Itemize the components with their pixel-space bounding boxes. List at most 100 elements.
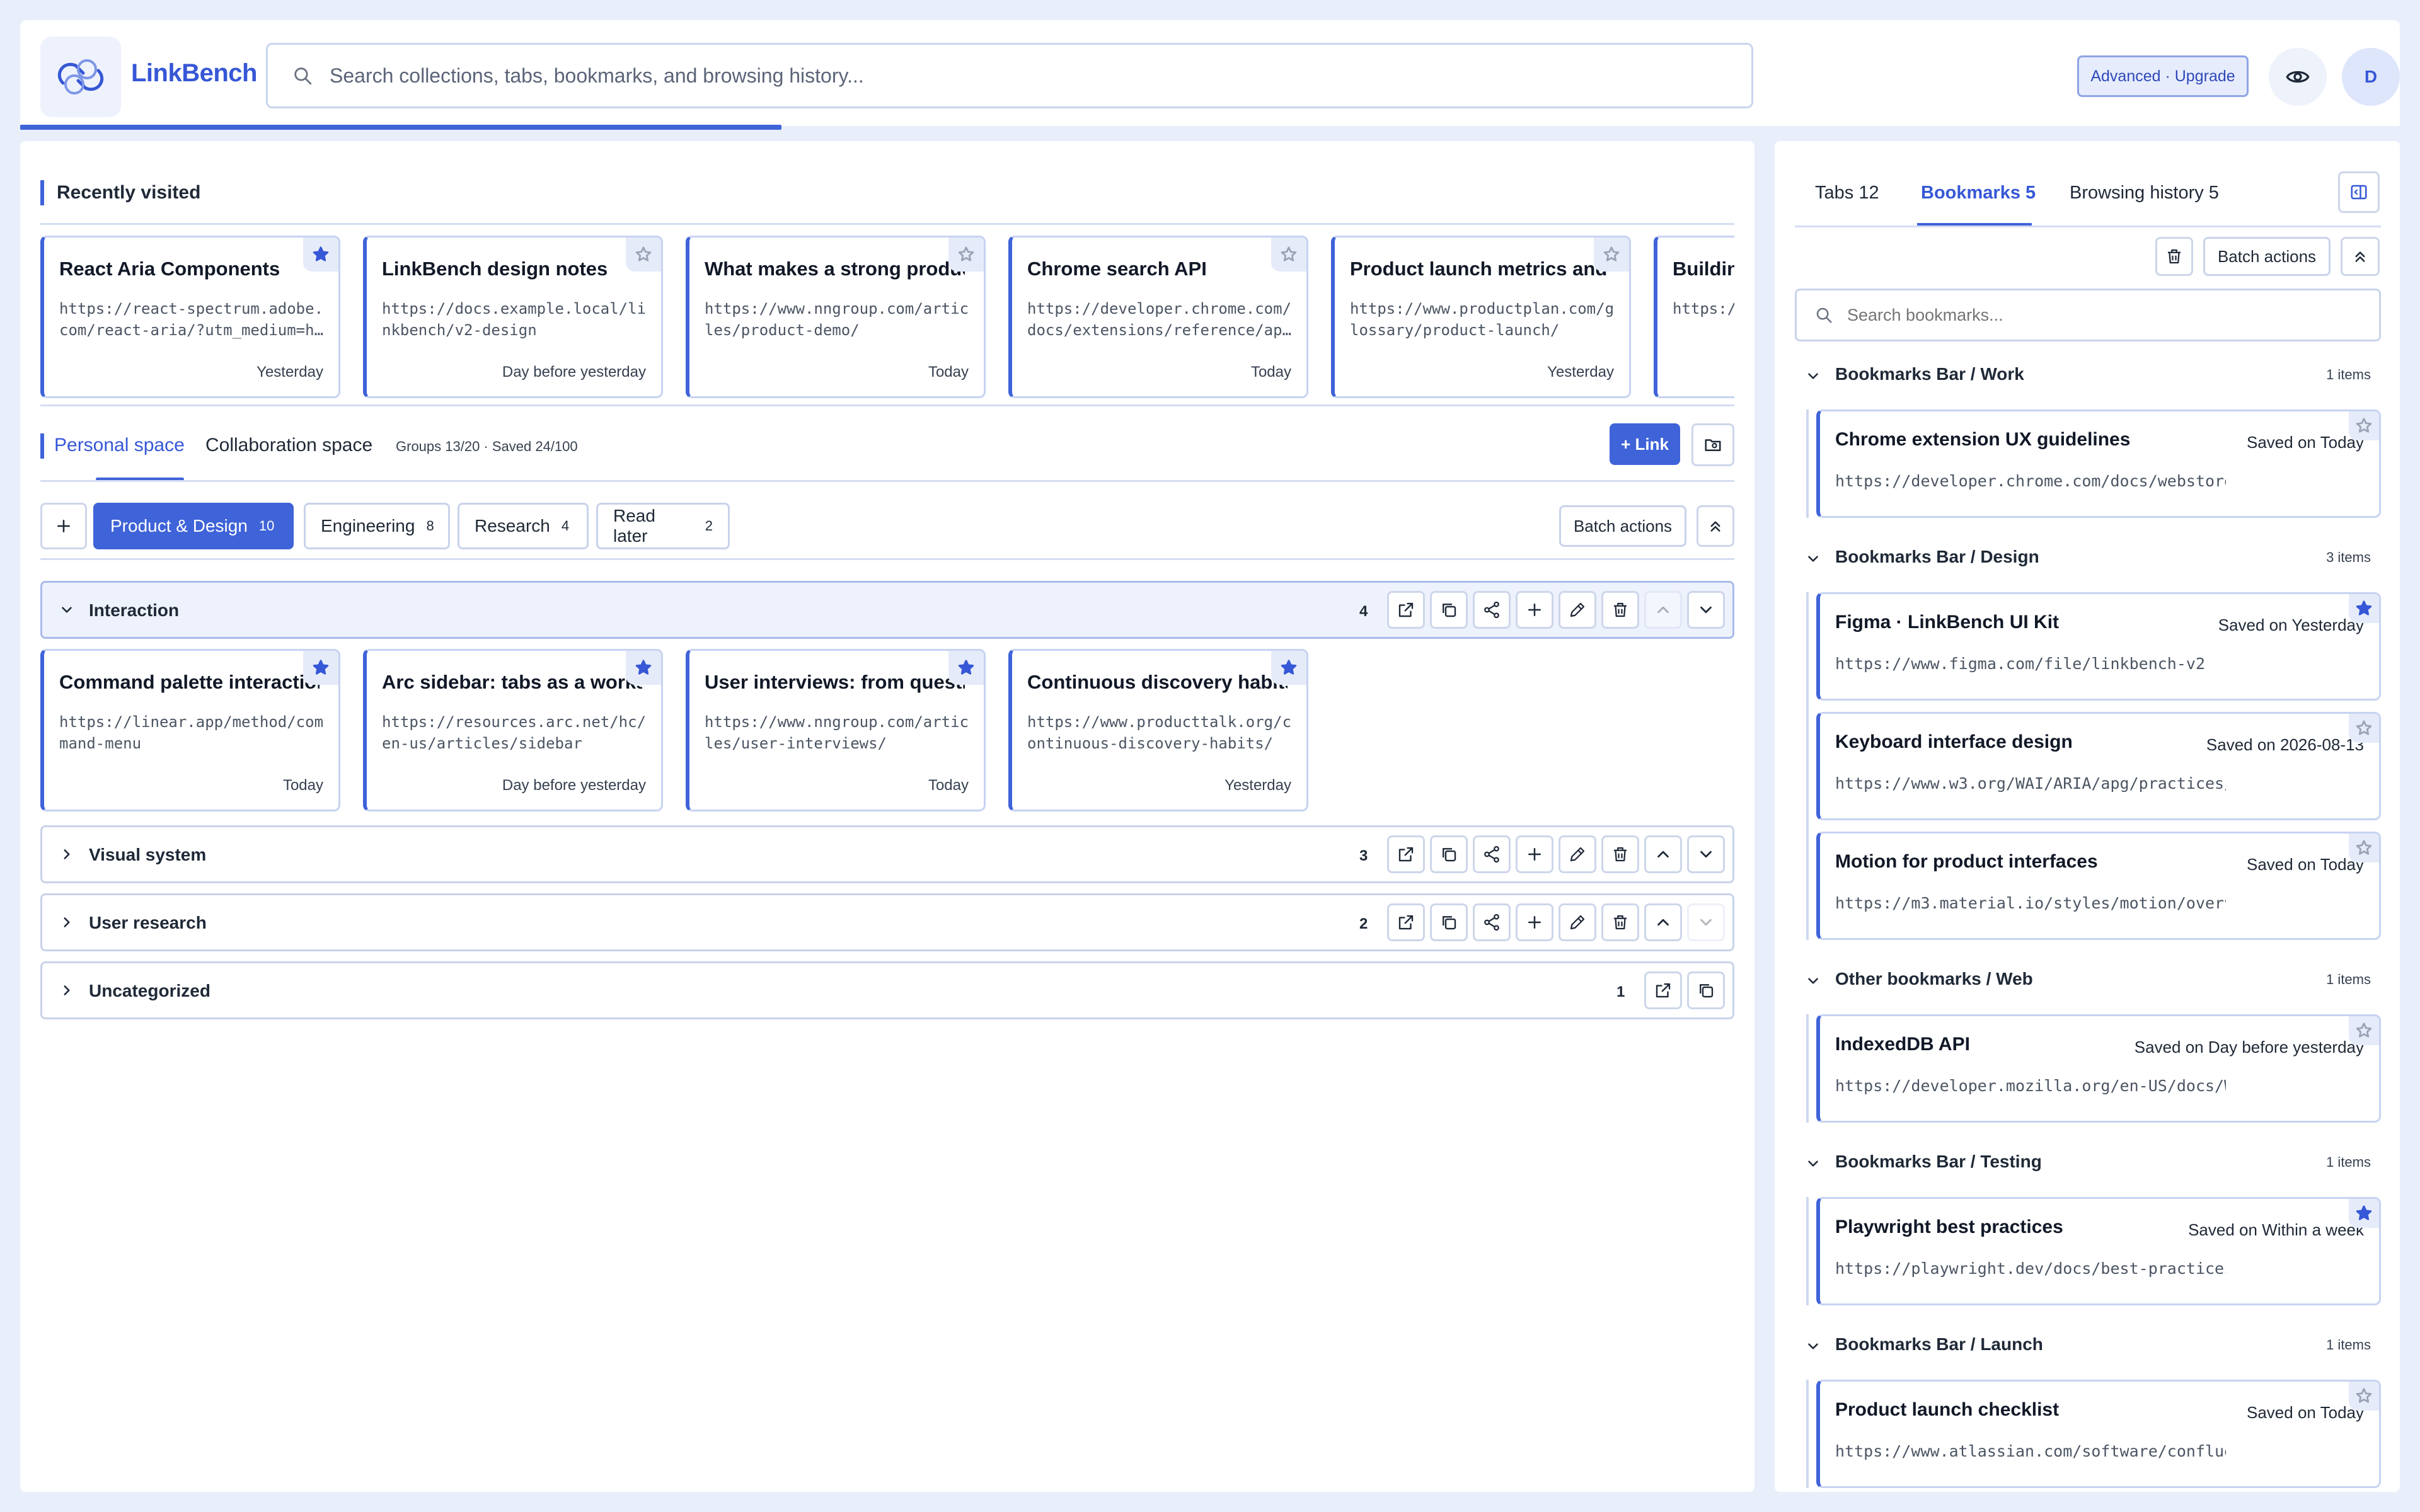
star-toggle[interactable] [303, 651, 338, 685]
app-logo[interactable] [40, 37, 121, 117]
collapse-all-button[interactable] [1697, 505, 1734, 547]
share-button[interactable] [1473, 835, 1511, 873]
copy-button[interactable] [1687, 971, 1725, 1009]
open-external-button[interactable] [1387, 591, 1425, 629]
bookmark-folder-header[interactable]: Bookmarks Bar / Work 1 items [1795, 360, 2381, 392]
global-search-input[interactable] [330, 64, 1716, 88]
folder-toggle[interactable] [1805, 368, 1821, 384]
copy-button[interactable] [1430, 903, 1468, 941]
expand-toggle[interactable] [59, 914, 75, 931]
edit-button[interactable] [1559, 903, 1596, 941]
recent-card[interactable]: Building https:// [1654, 236, 1734, 398]
chevron-down-button[interactable] [1687, 591, 1725, 629]
bookmark-folder-header[interactable]: Other bookmarks / Web 1 items [1795, 965, 2381, 997]
recent-card[interactable]: What makes a strong product demo https://… [686, 236, 986, 398]
tab-personal-space[interactable]: Personal space [54, 435, 185, 456]
recent-card[interactable]: Chrome search API https://developer.chrom… [1008, 236, 1308, 398]
folder-toggle[interactable] [1805, 551, 1821, 567]
star-toggle[interactable] [2349, 594, 2379, 623]
bookmark-card[interactable]: Product launch checklist Saved on Today ht… [1816, 1380, 2381, 1488]
group-section-header[interactable]: Uncategorized 1 [40, 961, 1734, 1019]
star-toggle[interactable] [1271, 651, 1306, 685]
add-group-button[interactable] [40, 503, 87, 549]
edit-button[interactable] [1559, 835, 1596, 873]
open-external-button[interactable] [1644, 971, 1682, 1009]
trash-button[interactable] [1601, 835, 1639, 873]
star-toggle[interactable] [1271, 238, 1306, 272]
recent-card[interactable]: LinkBench design notes https://docs.examp… [363, 236, 663, 398]
bookmark-folder-header[interactable]: Bookmarks Bar / Design 3 items [1795, 543, 2381, 575]
batch-actions-button[interactable]: Batch actions [1559, 505, 1686, 547]
link-card[interactable]: Arc sidebar: tabs as a workspace https://… [363, 649, 663, 811]
upgrade-button[interactable]: Advanced · Upgrade [2077, 55, 2249, 97]
side-collapse-all-button[interactable] [2341, 237, 2380, 276]
bookmark-card[interactable]: Playwright best practices Saved on Within… [1816, 1197, 2381, 1305]
star-toggle[interactable] [1594, 238, 1629, 272]
open-external-button[interactable] [1387, 903, 1425, 941]
global-search[interactable] [266, 43, 1753, 108]
group-section-header[interactable]: Visual system 3 [40, 825, 1734, 883]
group-chip[interactable]: Product & Design 10 [93, 503, 294, 549]
side-tab[interactable]: Bookmarks 5 [1921, 183, 2036, 203]
group-section-header[interactable]: User research 2 [40, 893, 1734, 951]
toggle-side-panel-button[interactable] [2338, 171, 2380, 213]
bookmark-card[interactable]: Keyboard interface design Saved on 2026-0… [1816, 712, 2381, 820]
side-batch-actions-button[interactable]: Batch actions [2203, 237, 2331, 276]
plus-button[interactable] [1516, 591, 1553, 629]
avatar[interactable]: D [2342, 48, 2400, 106]
chevron-up-button[interactable] [1644, 903, 1682, 941]
link-card[interactable]: Continuous discovery habits https://www.p… [1008, 649, 1308, 811]
privacy-toggle-button[interactable] [2269, 48, 2327, 106]
chevron-up-button[interactable] [1644, 835, 1682, 873]
recent-card[interactable]: React Aria Components https://react-spect… [40, 236, 340, 398]
star-toggle[interactable] [948, 238, 984, 272]
chevron-down-button[interactable] [1687, 835, 1725, 873]
bookmark-folder-header[interactable]: Bookmarks Bar / Testing 1 items [1795, 1148, 2381, 1179]
delete-bookmarks-button[interactable] [2155, 237, 2193, 276]
link-card[interactable]: User interviews: from questions https://w… [686, 649, 986, 811]
trash-button[interactable] [1601, 903, 1639, 941]
plus-button[interactable] [1516, 903, 1553, 941]
add-link-button[interactable]: + Link [1610, 423, 1680, 465]
new-folder-button[interactable] [1691, 423, 1734, 466]
folder-toggle[interactable] [1805, 1338, 1821, 1354]
copy-button[interactable] [1430, 835, 1468, 873]
group-chip[interactable]: Read later 2 [596, 503, 730, 549]
group-chip[interactable]: Engineering 8 [304, 503, 450, 549]
chevron-up-button[interactable] [1644, 591, 1682, 629]
share-button[interactable] [1473, 903, 1511, 941]
open-external-button[interactable] [1387, 835, 1425, 873]
bookmark-card[interactable]: Motion for product interfaces Saved on To… [1816, 832, 2381, 940]
star-toggle[interactable] [2349, 411, 2379, 440]
expand-toggle[interactable] [59, 982, 75, 999]
star-toggle[interactable] [626, 651, 661, 685]
group-section-header[interactable]: Interaction 4 [40, 581, 1734, 639]
star-toggle[interactable] [2349, 1016, 2379, 1045]
folder-toggle[interactable] [1805, 973, 1821, 989]
bookmark-search-input[interactable] [1847, 305, 2351, 325]
star-toggle[interactable] [303, 238, 338, 272]
chevron-down-button[interactable] [1687, 903, 1725, 941]
group-chip[interactable]: Research 4 [458, 503, 589, 549]
side-tab[interactable]: Tabs 12 [1815, 183, 1879, 203]
star-toggle[interactable] [2349, 833, 2379, 862]
expand-toggle[interactable] [59, 846, 75, 862]
star-toggle[interactable] [2349, 1382, 2379, 1411]
star-toggle[interactable] [626, 238, 661, 272]
plus-button[interactable] [1516, 835, 1553, 873]
link-card[interactable]: Command palette interaction https://linea… [40, 649, 340, 811]
bookmark-search[interactable] [1795, 289, 2381, 341]
bookmark-card[interactable]: IndexedDB API Saved on Day before yesterd… [1816, 1014, 2381, 1123]
side-tab[interactable]: Browsing history 5 [2070, 183, 2219, 203]
share-button[interactable] [1473, 591, 1511, 629]
star-toggle[interactable] [2349, 714, 2379, 743]
expand-toggle[interactable] [59, 602, 75, 618]
copy-button[interactable] [1430, 591, 1468, 629]
star-toggle[interactable] [2349, 1199, 2379, 1228]
tab-collaboration-space[interactable]: Collaboration space [205, 435, 372, 456]
star-toggle[interactable] [948, 651, 984, 685]
trash-button[interactable] [1601, 591, 1639, 629]
edit-button[interactable] [1559, 591, 1596, 629]
folder-toggle[interactable] [1805, 1155, 1821, 1172]
bookmark-card[interactable]: Figma · LinkBench UI Kit Saved on Yesterd… [1816, 592, 2381, 701]
